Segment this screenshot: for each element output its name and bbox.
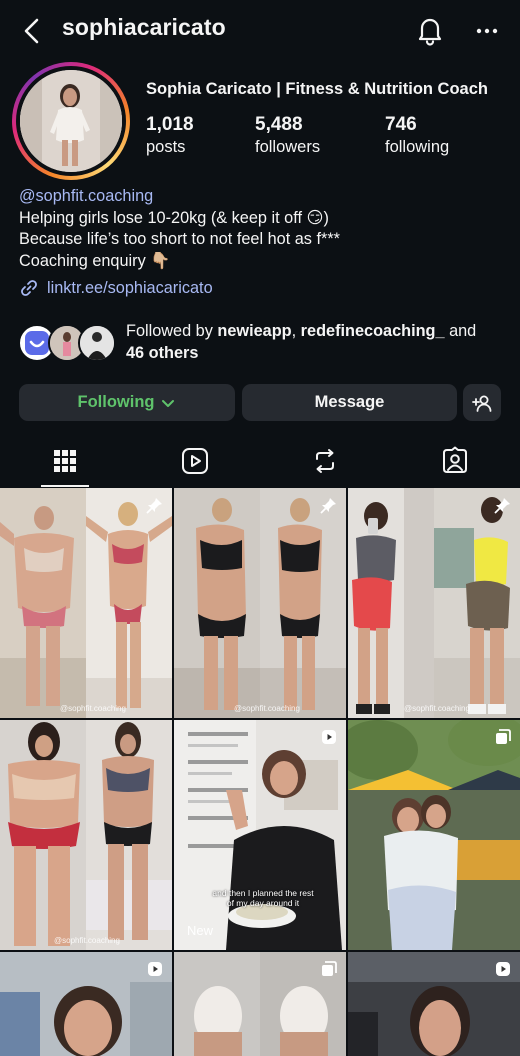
profile-tabs — [0, 440, 520, 488]
followed-by-and: and — [444, 322, 477, 340]
chevron-down-icon — [162, 399, 175, 407]
post-photo-before — [174, 488, 260, 718]
pin-icon — [146, 498, 162, 514]
post-photo-before — [0, 488, 86, 718]
suggested-users-button[interactable] — [463, 384, 501, 421]
posts-count[interactable]: 1,018 posts — [146, 114, 194, 157]
reposts-icon[interactable] — [310, 446, 340, 476]
bio-handle-link[interactable]: @sophfit.coaching — [19, 186, 509, 208]
followed-by-others[interactable]: 46 others — [126, 344, 198, 362]
post-tile-1[interactable]: @sophfit.coaching — [0, 488, 172, 718]
followers-count[interactable]: 5,488 followers — [255, 114, 320, 157]
post-photo-after — [260, 488, 346, 718]
bio-external-link[interactable]: linktr.ee/sophiacaricato — [19, 278, 213, 298]
username: sophiacaricato — [62, 14, 226, 40]
reel-icon — [148, 962, 162, 976]
followed-by-text: Followed by newieapp, redefinecoaching_ … — [126, 320, 506, 364]
avatar-photo — [20, 70, 122, 172]
post-tile-5[interactable]: and then I planned the rest of my day ar… — [174, 720, 346, 950]
bio-line-2: Because life’s too short to not feel hot… — [19, 230, 340, 248]
post-photo-after — [86, 720, 172, 950]
post-watermark: @sophfit.coaching — [54, 936, 120, 945]
followed-by-prefix: Followed by — [126, 322, 218, 340]
more-horizontal-icon[interactable] — [472, 16, 502, 46]
reel-icon — [496, 962, 510, 976]
add-person-icon — [472, 395, 492, 412]
pin-icon — [494, 498, 510, 514]
followed-by-row[interactable]: Followed by newieapp, redefinecoaching_ … — [18, 320, 508, 368]
following-button[interactable]: Following — [19, 384, 235, 421]
active-tab-indicator — [41, 485, 89, 487]
post-tile-6[interactable] — [348, 720, 520, 950]
post-tile-4[interactable]: @sophfit.coaching — [0, 720, 172, 950]
followers-value: 5,488 — [255, 114, 303, 135]
following-count[interactable]: 746 following — [385, 114, 449, 157]
post-watermark: @sophfit.coaching — [234, 704, 300, 713]
message-button[interactable]: Message — [242, 384, 457, 421]
bio-link-text[interactable]: linktr.ee/sophiacaricato — [47, 279, 213, 298]
followed-by-user-2[interactable]: redefinecoaching_ — [301, 322, 445, 340]
link-icon — [21, 280, 37, 296]
post-tile-8[interactable] — [174, 952, 346, 1056]
profile-header: sophiacaricato — [0, 0, 520, 60]
bell-icon[interactable] — [414, 14, 446, 46]
grid-icon[interactable] — [50, 446, 80, 476]
carousel-icon — [322, 961, 337, 976]
post-watermark: @sophfit.coaching — [404, 704, 470, 713]
message-button-label: Message — [314, 393, 385, 411]
bio-line-1: Helping girls lose 10-20kg (& keep it of… — [19, 208, 329, 227]
followers-label: followers — [255, 138, 321, 156]
post-tile-3[interactable]: @sophfit.coaching — [348, 488, 520, 718]
pin-icon — [320, 498, 336, 514]
bio-line-3: Coaching enquiry 👇🏼 — [19, 251, 171, 270]
reels-icon[interactable] — [180, 446, 210, 476]
following-label: following — [385, 138, 450, 156]
new-label: New — [187, 923, 214, 938]
bio: @sophfit.coaching Helping girls lose 10-… — [19, 186, 509, 272]
posts-label: posts — [146, 138, 186, 156]
follower-avatar-redefinecoaching — [78, 324, 116, 362]
profile-avatar[interactable] — [12, 62, 130, 180]
post-photo-after — [434, 488, 520, 718]
following-value: 746 — [385, 114, 417, 135]
post-tile-9[interactable] — [348, 952, 520, 1056]
post-photo — [348, 720, 520, 950]
following-button-label: Following — [77, 393, 155, 411]
post-watermark: @sophfit.coaching — [60, 704, 126, 713]
followed-by-sep: , — [291, 322, 301, 340]
posts-value: 1,018 — [146, 114, 194, 135]
reel-caption-overlay: and then I planned the rest of my day ar… — [212, 888, 314, 908]
carousel-icon — [496, 729, 511, 744]
post-photo-before — [348, 488, 434, 718]
post-tile-7[interactable] — [0, 952, 172, 1056]
post-tile-2[interactable]: @sophfit.coaching — [174, 488, 346, 718]
chevron-left-icon[interactable] — [18, 16, 48, 46]
reel-icon — [322, 730, 336, 744]
post-photo — [174, 720, 346, 950]
tagged-icon[interactable] — [440, 446, 470, 476]
post-photo-after — [86, 488, 172, 718]
display-name: Sophia Caricato | Fitness & Nutrition Co… — [146, 80, 488, 98]
followed-by-user-1[interactable]: newieapp — [217, 322, 291, 340]
post-photo-before — [0, 720, 86, 950]
